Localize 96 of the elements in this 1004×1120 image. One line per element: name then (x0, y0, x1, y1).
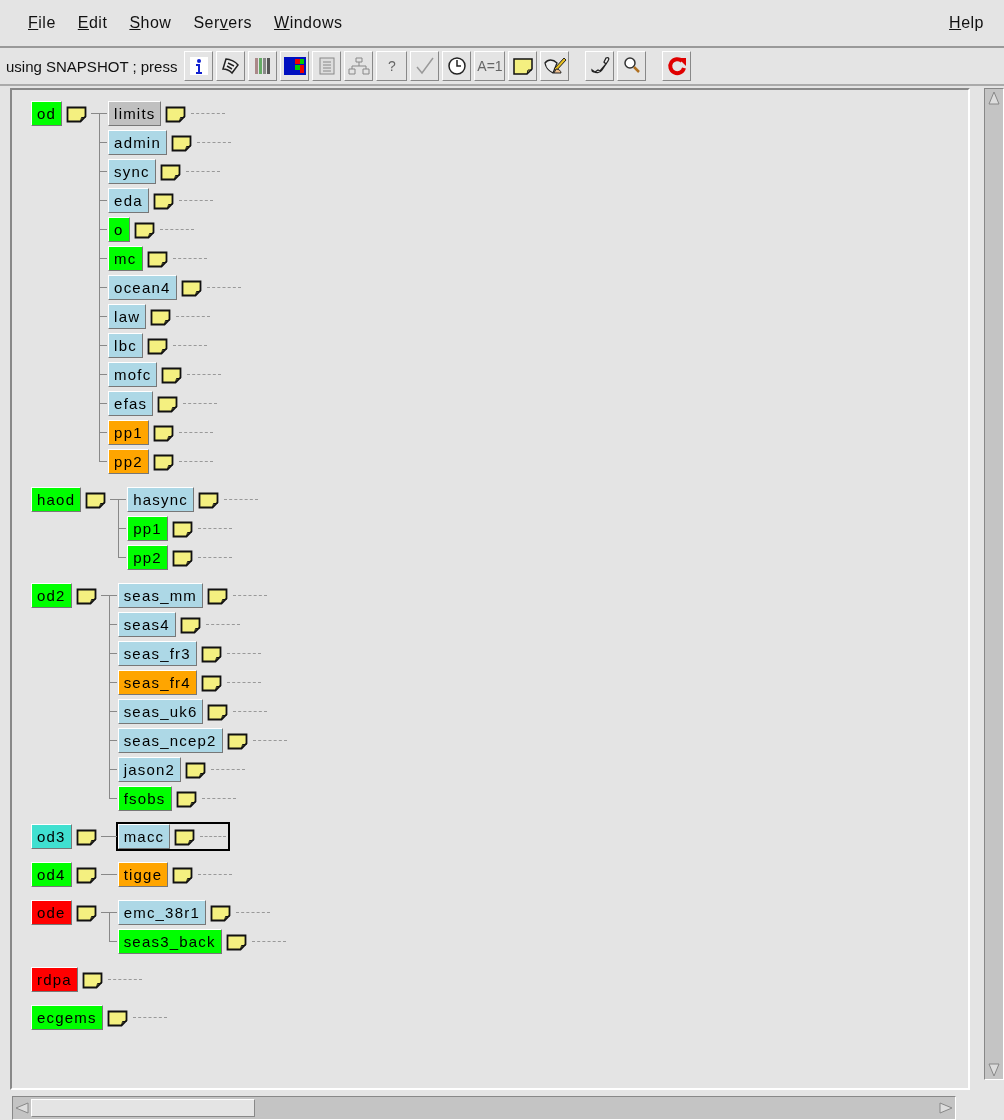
note-icon (75, 903, 98, 923)
note-icon (207, 702, 230, 722)
note-icon (159, 162, 182, 182)
note-icon (152, 452, 175, 472)
menu-item[interactable]: Servers (185, 10, 261, 36)
note-icon (171, 519, 194, 539)
note-icon (180, 278, 203, 298)
tree-node[interactable]: od3 (31, 824, 72, 849)
note-icon (174, 827, 197, 847)
toolbar-button[interactable]: ? (376, 51, 408, 81)
tree-node[interactable]: pp2 (108, 449, 149, 474)
note-icon (170, 133, 193, 153)
note-icon[interactable] (508, 51, 538, 81)
status-text: using SNAPSHOT ; press (6, 57, 178, 75)
toolbar-button[interactable] (617, 51, 647, 81)
note-icon (81, 970, 104, 990)
check-icon[interactable] (410, 51, 440, 81)
note-icon (75, 865, 98, 885)
tree-node[interactable]: o (108, 217, 130, 242)
bars-icon[interactable] (248, 51, 278, 81)
tree-node[interactable]: ode (31, 900, 72, 925)
tree-node[interactable]: lbc (108, 333, 143, 358)
tree-node[interactable]: macc (117, 824, 171, 849)
note-icon (146, 249, 169, 269)
tree-node[interactable]: od (31, 101, 63, 126)
tree-node[interactable]: seas_uk6 (117, 699, 204, 724)
toolbar-button[interactable]: A=1 (474, 51, 506, 81)
tree-node[interactable]: seas3_back (117, 929, 222, 954)
info-icon (187, 55, 210, 77)
note-icon (200, 644, 223, 664)
note-icon (133, 220, 156, 240)
note-icon (165, 104, 188, 124)
tree-node[interactable]: jason2 (117, 757, 182, 782)
tree-icon[interactable] (344, 51, 374, 81)
tree-node[interactable]: eda (108, 188, 149, 213)
note-icon (66, 104, 89, 124)
note-icon (85, 490, 108, 510)
note-icon (150, 307, 173, 327)
tree-node[interactable]: ocean4 (108, 275, 177, 300)
note-icon (152, 423, 175, 443)
tree-node[interactable]: ecgems (31, 1005, 103, 1030)
note-icon (226, 731, 249, 751)
note-icon (161, 365, 184, 385)
note-icon (172, 865, 195, 885)
menu-item[interactable]: Windows (266, 10, 351, 36)
tree-node[interactable]: admin (108, 130, 167, 155)
tree-node[interactable]: fsobs (117, 786, 172, 811)
tree-node[interactable]: efas (108, 391, 154, 416)
tree-node[interactable]: mc (108, 246, 143, 271)
note-icon (157, 394, 180, 414)
tree-node[interactable]: od4 (31, 862, 72, 887)
menu-item[interactable]: File (20, 10, 64, 36)
note-icon (200, 673, 223, 693)
note-icon (75, 827, 98, 847)
note-icon (209, 903, 232, 923)
note-icon (75, 586, 98, 606)
note-icon (207, 586, 230, 606)
menu-item[interactable]: Edit (69, 10, 116, 36)
menu-item[interactable]: Help (941, 10, 992, 36)
note-icon (225, 932, 248, 952)
menu-item[interactable]: Show (121, 10, 180, 36)
tree-node[interactable]: seas_mm (117, 583, 204, 608)
note-icon (179, 615, 202, 635)
tree-node[interactable]: hasync (127, 487, 194, 512)
tree-node[interactable]: seas_fr3 (117, 641, 197, 666)
tree-node[interactable]: seas4 (117, 612, 176, 637)
note-icon (197, 490, 220, 510)
reload-icon[interactable] (662, 51, 692, 81)
note-icon (171, 548, 194, 568)
note-icon (146, 336, 169, 356)
note-icon (152, 191, 175, 211)
tree-node[interactable]: seas_ncep2 (117, 728, 223, 753)
toolbar-button[interactable] (184, 51, 214, 81)
note-icon (185, 760, 208, 780)
color-grid-icon[interactable] (280, 51, 310, 81)
tree-node[interactable]: od2 (31, 583, 72, 608)
tree-node[interactable]: seas_fr4 (117, 670, 197, 695)
tree-node[interactable]: rdpa (31, 967, 78, 992)
phone-icon[interactable] (585, 51, 615, 81)
tree-node[interactable]: law (108, 304, 147, 329)
tree-node[interactable]: sync (108, 159, 156, 184)
tree-node[interactable]: mofc (108, 362, 158, 387)
tree-node[interactable]: haod (31, 487, 82, 512)
note-icon (175, 789, 198, 809)
scrollbar-thumb[interactable] (31, 1099, 255, 1117)
tree-node[interactable]: pp1 (127, 516, 168, 541)
note-icon (106, 1008, 129, 1028)
tree-node[interactable]: emc_38r1 (117, 900, 206, 925)
clock-icon[interactable] (442, 51, 472, 81)
horizontal-scrollbar[interactable] (12, 1096, 956, 1120)
tree-node[interactable]: pp1 (108, 420, 149, 445)
tree-node[interactable]: tigge (117, 862, 169, 887)
hand-pen-icon[interactable] (540, 51, 570, 81)
scroll-icon[interactable] (216, 51, 246, 81)
tree-node[interactable]: pp2 (127, 545, 168, 570)
tree-node[interactable]: limits (108, 101, 162, 126)
